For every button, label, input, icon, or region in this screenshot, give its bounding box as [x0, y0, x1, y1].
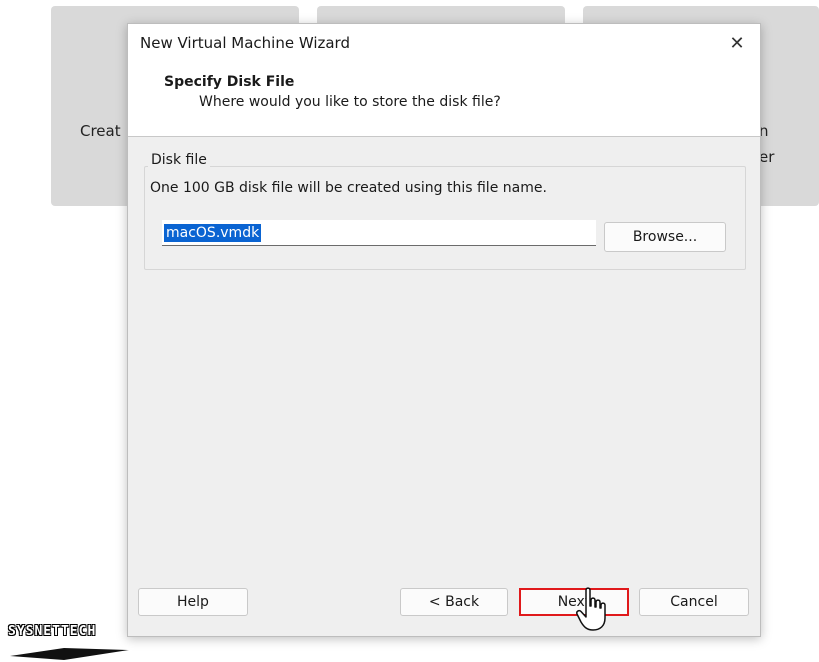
disk-file-name-input[interactable]: macOS.vmdk — [162, 220, 596, 246]
background-card-right-label-2: er — [759, 148, 775, 166]
close-button[interactable]: ✕ — [720, 28, 754, 58]
watermark-subtext: Solutions — [64, 642, 101, 650]
disk-file-name-value: macOS.vmdk — [164, 223, 262, 242]
dialog-titlebar: New Virtual Machine Wizard ✕ — [128, 24, 760, 62]
dialog-title: New Virtual Machine Wizard — [140, 34, 350, 52]
disk-file-description: One 100 GB disk file will be created usi… — [150, 180, 547, 196]
disk-file-legend: Disk file — [148, 152, 210, 168]
cancel-button[interactable]: Cancel — [639, 588, 749, 616]
next-button[interactable]: Next — [519, 588, 629, 616]
help-button[interactable]: Help — [138, 588, 248, 616]
close-icon: ✕ — [729, 32, 745, 54]
back-button[interactable]: < Back — [400, 588, 508, 616]
new-vm-wizard-dialog: New Virtual Machine Wizard ✕ Specify Dis… — [127, 23, 761, 637]
background-card-label: Creat — [80, 122, 121, 140]
wizard-header: Specify Disk File Where would you like t… — [128, 62, 760, 137]
browse-button[interactable]: Browse... — [604, 222, 726, 252]
watermark-text: SYSNETTECH — [8, 624, 97, 639]
step-subtitle: Where would you like to store the disk f… — [199, 94, 501, 110]
step-title: Specify Disk File — [164, 74, 295, 90]
hand-cursor-icon — [576, 587, 606, 631]
